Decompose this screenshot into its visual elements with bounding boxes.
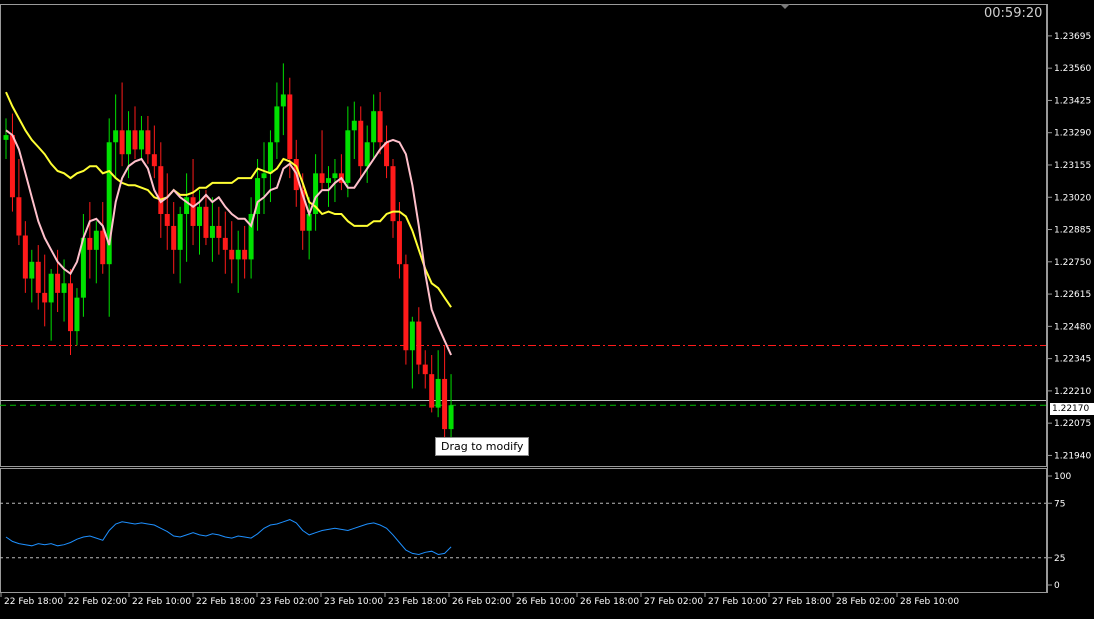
- price-tick-label: 1.23290: [1054, 129, 1091, 139]
- price-tick-label: 1.23425: [1054, 96, 1091, 106]
- candle-body: [403, 264, 409, 351]
- price-tick-label: 1.22345: [1054, 355, 1091, 365]
- candle-body: [242, 249, 248, 260]
- candle-body: [68, 283, 73, 332]
- candle-body: [48, 273, 54, 303]
- candle-body: [106, 142, 112, 265]
- time-tick-label: 26 Feb 18:00: [580, 597, 639, 607]
- candle-body: [164, 213, 170, 226]
- time-tick-label: 22 Feb 10:00: [132, 597, 191, 607]
- candle-body: [351, 120, 357, 131]
- rsi-tick-label: 75: [1054, 499, 1065, 509]
- time-tick-label: 22 Feb 18:00: [196, 597, 255, 607]
- candle-body: [119, 130, 125, 155]
- candle-body: [171, 225, 177, 250]
- candle-body: [190, 197, 196, 226]
- candle-body: [416, 321, 422, 365]
- candle-body: [42, 292, 48, 303]
- rsi-tick-label: 0: [1054, 581, 1060, 591]
- time-tick-label: 22 Feb 18:00: [4, 597, 63, 607]
- time-tick-label: 26 Feb 02:00: [452, 597, 511, 607]
- candle-body: [364, 142, 370, 167]
- time-tick-label: 23 Feb 18:00: [388, 597, 447, 607]
- time-tick-label: 26 Feb 10:00: [516, 597, 575, 607]
- time-tick-label: 23 Feb 10:00: [324, 597, 383, 607]
- candle-body: [29, 261, 35, 279]
- price-tick-label: 1.22615: [1054, 290, 1091, 300]
- candle-body: [22, 235, 28, 279]
- candle-body: [435, 378, 441, 408]
- candle-body: [345, 130, 351, 183]
- time-tick-label: 22 Feb 02:00: [68, 597, 127, 607]
- drag-tooltip: Drag to modify: [435, 437, 530, 456]
- candle-body: [100, 230, 106, 265]
- time-tick-label: 23 Feb 02:00: [260, 597, 319, 607]
- chart-canvas[interactable]: 1.23695 1.23560 1.23425 1.23290 1.23155 1.230…: [0, 0, 1094, 615]
- candle-body: [138, 130, 144, 150]
- candle-body: [113, 130, 119, 143]
- candle-body: [448, 405, 454, 430]
- candle-body: [3, 135, 9, 140]
- rsi-tick-label: 100: [1054, 472, 1071, 482]
- candle-body: [74, 297, 80, 332]
- price-tick-label: 1.22750: [1054, 258, 1091, 268]
- candle-body: [126, 130, 132, 155]
- time-tick-label: 27 Feb 02:00: [644, 597, 703, 607]
- price-tick-label: 1.23155: [1054, 161, 1091, 171]
- candle-body: [16, 197, 22, 236]
- candle-body: [396, 221, 402, 265]
- candle-body: [442, 378, 448, 430]
- candle-body: [222, 237, 228, 250]
- candle-body: [177, 213, 183, 250]
- candle-body: [319, 173, 325, 183]
- candle-body: [9, 135, 15, 198]
- candle-body: [132, 130, 138, 150]
- trading-chart-window[interactable]: 1.23695 1.23560 1.23425 1.23290 1.23155 1.230…: [0, 0, 1094, 615]
- candle-body: [326, 178, 331, 183]
- time-tick-label: 28 Feb 02:00: [836, 597, 895, 607]
- candle-body: [409, 321, 415, 351]
- candle-body: [145, 130, 151, 155]
- candle-body: [384, 142, 390, 167]
- time-tick-label: 27 Feb 10:00: [708, 597, 767, 607]
- candle-body: [209, 225, 215, 238]
- price-tick-label: 1.21940: [1054, 451, 1091, 461]
- candle-body: [261, 173, 267, 179]
- candle-body: [197, 206, 202, 226]
- price-tick-label: 1.22480: [1054, 322, 1091, 332]
- candle-body: [158, 166, 164, 214]
- candle-body: [93, 230, 99, 250]
- price-tick-label: 1.23560: [1054, 64, 1091, 74]
- bar-countdown-timer: 00:59:20: [984, 6, 1043, 21]
- candle-body: [332, 173, 338, 179]
- candle-body: [35, 261, 41, 293]
- candle-body: [216, 225, 222, 238]
- candle-body: [377, 111, 383, 143]
- candle-body: [229, 249, 235, 260]
- candle-body: [371, 111, 377, 143]
- candle-body: [422, 364, 428, 375]
- candle-body: [429, 374, 435, 408]
- candle-body: [358, 120, 364, 167]
- price-tick-label: 1.23695: [1054, 32, 1091, 42]
- candle-body: [287, 94, 293, 159]
- candle-body: [235, 249, 241, 260]
- price-tick-label: 1.23020: [1054, 193, 1091, 203]
- current-price-tag: 1.22170: [1050, 403, 1094, 415]
- time-tick-label: 28 Feb 10:00: [900, 597, 959, 607]
- price-tick-label: 1.22075: [1054, 419, 1091, 429]
- price-tick-label: 1.22885: [1054, 226, 1091, 236]
- candle-body: [203, 206, 209, 238]
- price-tick-label: 1.22210: [1054, 387, 1091, 397]
- time-tick-label: 27 Feb 18:00: [772, 597, 831, 607]
- candle-body: [267, 142, 273, 174]
- candle-body: [280, 94, 286, 107]
- candle-body: [274, 106, 280, 143]
- candle-body: [151, 154, 157, 167]
- candle-body: [55, 273, 61, 293]
- rsi-tick-label: 25: [1054, 554, 1065, 564]
- candle-body: [87, 237, 93, 250]
- candle-body: [61, 283, 67, 293]
